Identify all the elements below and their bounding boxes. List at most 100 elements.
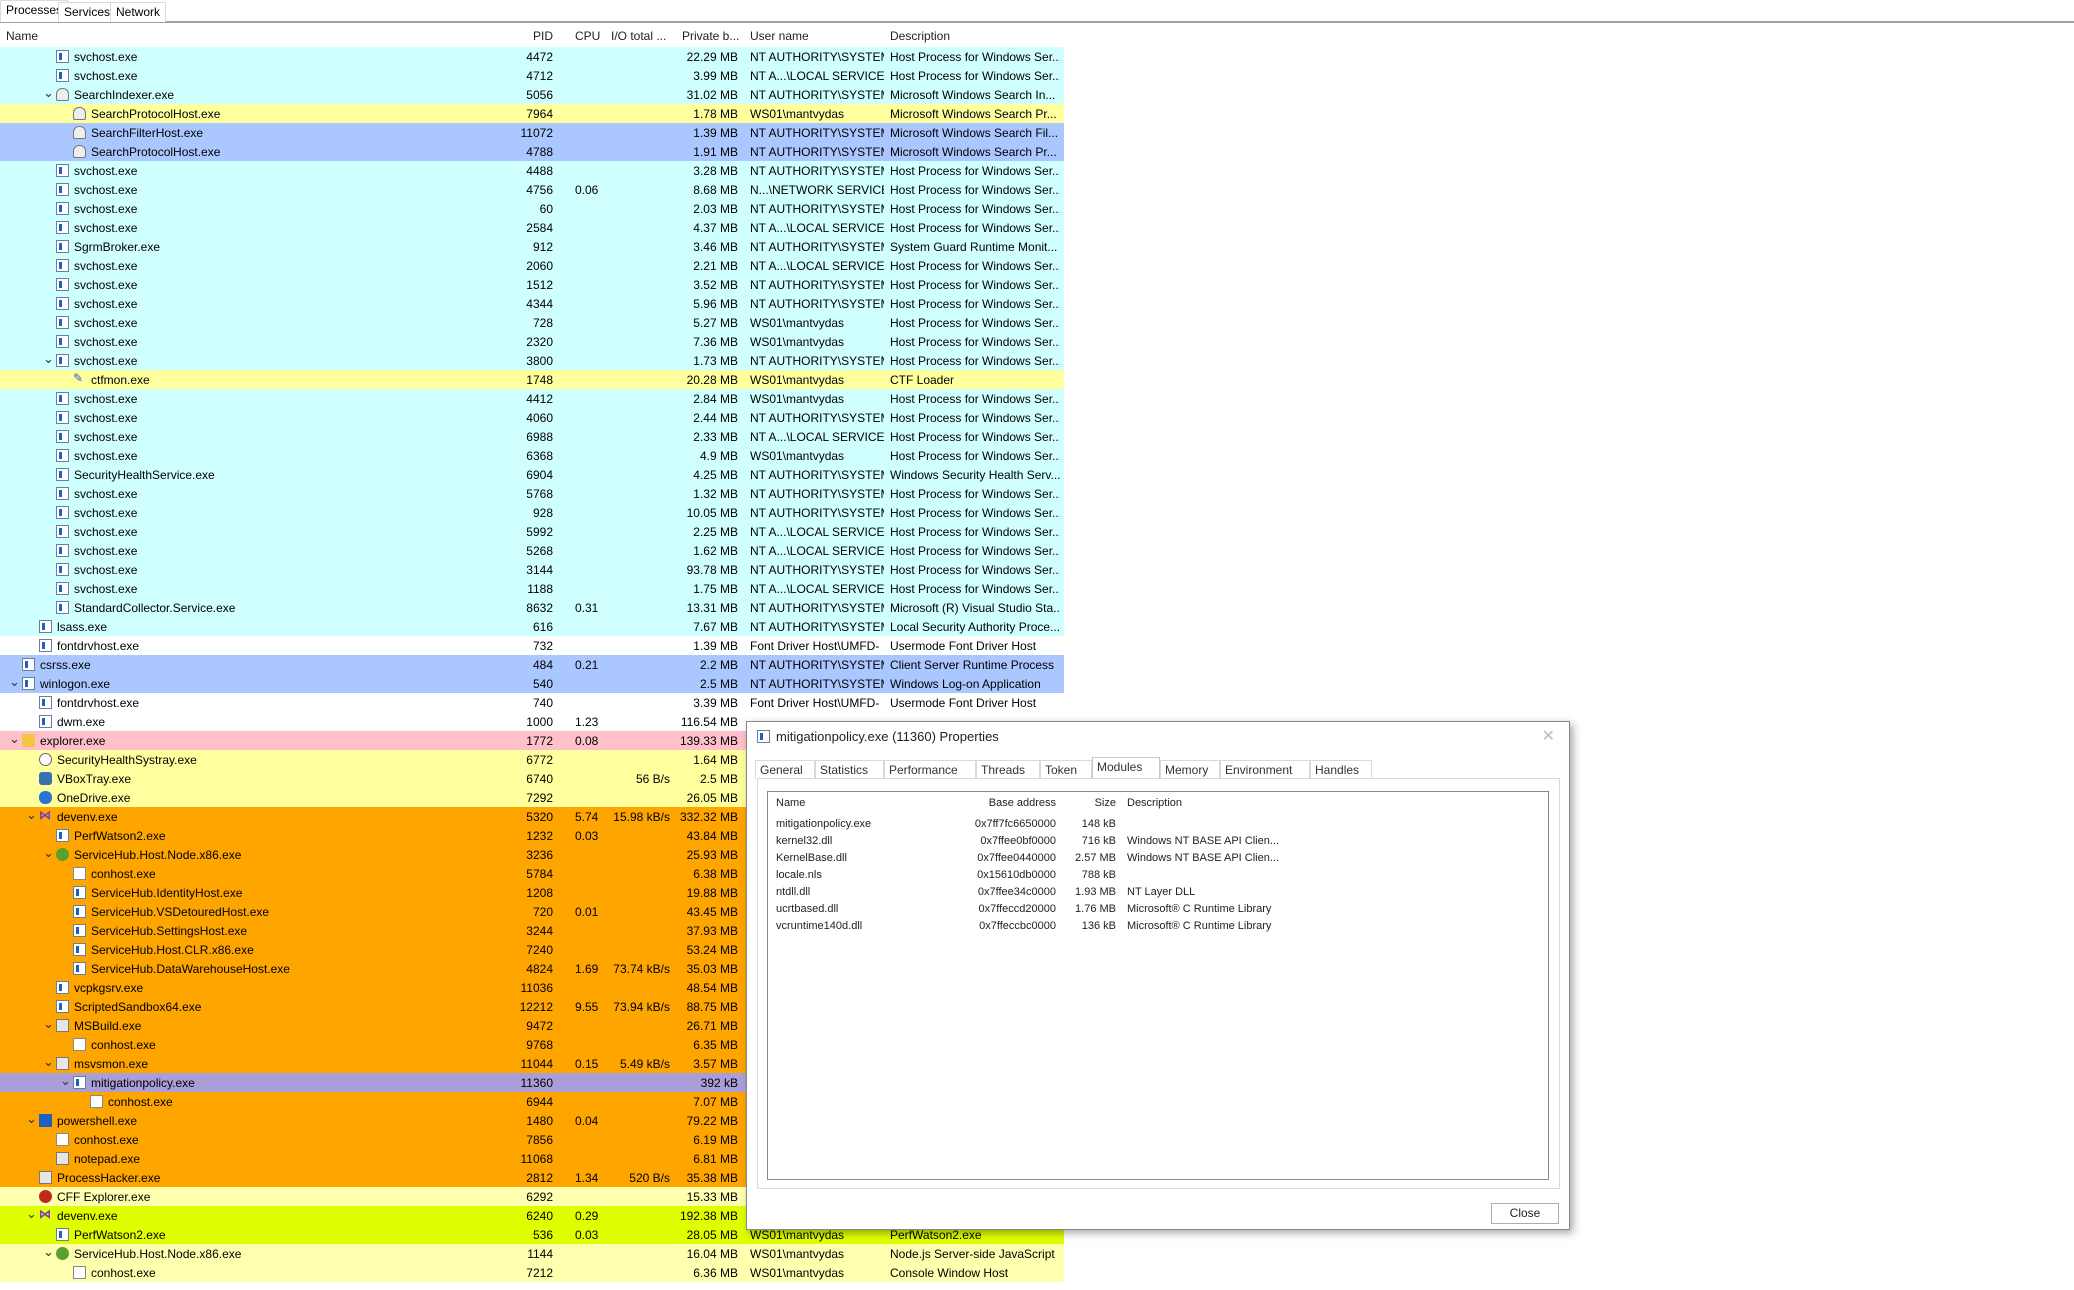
process-cpu: 0.29 — [575, 1209, 599, 1223]
dialog-tab-handles[interactable]: Handles — [1310, 760, 1372, 779]
close-icon[interactable]: ✕ — [1542, 726, 1555, 746]
process-name: svchost.exe — [74, 525, 138, 539]
module-row[interactable]: ucrtbased.dll 0x7ffeccd20000 1.76 MB Micros… — [768, 902, 1548, 919]
module-base: 0x7ff7fc6650000 — [974, 818, 1056, 830]
process-row[interactable]: svchost.exe 2060 2.21 MB NT A...\LOCAL SERV… — [0, 256, 1064, 275]
tab-network[interactable]: Network — [110, 2, 167, 22]
process-row[interactable]: svchost.exe 1188 1.75 MB NT A...\LOCAL SERV… — [0, 579, 1064, 598]
process-row[interactable]: ✎ ctfmon.exe 1748 20.28 MB WS01\mantvydas CTF… — [0, 370, 1064, 389]
column-header-cpu[interactable]: CPU — [575, 29, 600, 43]
process-row[interactable]: svchost.exe 5768 1.32 MB NT AUTHORITY\SYSTE… — [0, 484, 1064, 503]
process-row[interactable]: SgrmBroker.exe 912 3.46 MB NT AUTHORITY\SYS… — [0, 237, 1064, 256]
close-button[interactable]: Close — [1491, 1203, 1559, 1224]
process-row[interactable]: svchost.exe 2584 4.37 MB NT A...\LOCAL SERV… — [0, 218, 1064, 237]
process-row[interactable]: svchost.exe 3144 93.78 MB NT AUTHORITY\SYST… — [0, 560, 1064, 579]
process-row[interactable]: svchost.exe 4344 5.96 MB NT AUTHORITY\SYSTE… — [0, 294, 1064, 313]
column-header-io[interactable]: I/O total ... — [611, 29, 666, 43]
process-row[interactable]: svchost.exe 4060 2.44 MB NT AUTHORITY\SYSTE… — [0, 408, 1064, 427]
dialog-tab-threads[interactable]: Threads — [976, 760, 1040, 779]
process-row[interactable]: svchost.exe 4412 2.84 MB WS01\mantvydas Host… — [0, 389, 1064, 408]
dialog-tab-modules[interactable]: Modules — [1092, 757, 1160, 779]
process-row[interactable]: lsass.exe 616 7.67 MB NT AUTHORITY\SYSTEM Lo… — [0, 617, 1064, 636]
chevron-down-icon[interactable]: ⌄ — [43, 1054, 54, 1070]
chevron-down-icon[interactable]: ⌄ — [9, 674, 20, 690]
chevron-down-icon[interactable]: ⌄ — [43, 1016, 54, 1032]
dialog-tab-statistics[interactable]: Statistics — [815, 760, 884, 779]
process-row[interactable]: SecurityHealthService.exe 6904 4.25 MB NT A… — [0, 465, 1064, 484]
process-row[interactable]: fontdrvhost.exe 740 3.39 MB Font Driver Hos… — [0, 693, 1064, 712]
chevron-down-icon[interactable]: ⌄ — [43, 85, 54, 101]
process-row[interactable]: svchost.exe 6368 4.9 MB WS01\mantvydas Host … — [0, 446, 1064, 465]
node-process-icon — [56, 848, 69, 861]
process-row[interactable]: ⌄ svchost.exe 3800 1.73 MB NT AUTHORITY\SYST… — [0, 351, 1064, 370]
process-user: NT AUTHORITY\SYSTEM — [750, 601, 884, 615]
process-row[interactable]: svchost.exe 6988 2.33 MB NT A...\LOCAL SERV… — [0, 427, 1064, 446]
process-row[interactable]: SearchProtocolHost.exe 7964 1.78 MB WS01\ma… — [0, 104, 1064, 123]
dialog-tab-environment[interactable]: Environment — [1220, 760, 1310, 779]
process-name: svchost.exe — [74, 50, 138, 64]
process-row[interactable]: SearchProtocolHost.exe 4788 1.91 MB NT AUTH… — [0, 142, 1064, 161]
module-row[interactable]: locale.nls 0x15610db0000 788 kB — [768, 868, 1548, 885]
chevron-down-icon[interactable]: ⌄ — [26, 1111, 37, 1127]
process-row[interactable]: svchost.exe 2320 7.36 MB WS01\mantvydas Host… — [0, 332, 1064, 351]
process-description: Windows Security Health Serv... — [890, 468, 1060, 482]
module-row[interactable]: ntdll.dll 0x7ffee34c0000 1.93 MB NT Layer D… — [768, 885, 1548, 902]
column-header-pid[interactable]: PID — [520, 29, 553, 43]
column-header-description[interactable]: Description — [890, 29, 950, 43]
process-user: WS01\mantvydas — [750, 1228, 845, 1242]
process-row[interactable]: ⌄ SearchIndexer.exe 5056 31.02 MB NT AUTHORI… — [0, 85, 1064, 104]
process-description: Console Window Host — [890, 1266, 1009, 1280]
process-row[interactable]: svchost.exe 4488 3.28 MB NT AUTHORITY\SYSTE… — [0, 161, 1064, 180]
process-row[interactable]: svchost.exe 5992 2.25 MB NT A...\LOCAL SERV… — [0, 522, 1064, 541]
process-row[interactable]: ⌄ ServiceHub.Host.Node.x86.exe 1144 16.04 M… — [0, 1244, 1064, 1263]
module-row[interactable]: KernelBase.dll 0x7ffee0440000 2.57 MB Windo… — [768, 851, 1548, 868]
process-pid: 4472 — [526, 50, 553, 64]
module-row[interactable]: mitigationpolicy.exe 0x7ff7fc6650000 148 k… — [768, 817, 1548, 834]
process-row[interactable]: conhost.exe 7212 6.36 MB WS01\mantvydas Cons… — [0, 1263, 1064, 1282]
process-private-bytes: 16.04 MB — [686, 1247, 738, 1261]
dialog-tab-performance[interactable]: Performance — [884, 760, 976, 779]
process-pid: 5056 — [526, 88, 553, 102]
process-private-bytes: 2.44 MB — [693, 411, 738, 425]
process-row[interactable]: svchost.exe 4756 0.06 8.68 MB N...\NETWORK S… — [0, 180, 1064, 199]
process-user: NT AUTHORITY\SYSTEM — [750, 411, 884, 425]
module-column-size[interactable]: Size — [1068, 797, 1116, 809]
exe-process-icon — [39, 696, 52, 709]
module-column-base[interactable]: Base address — [968, 797, 1056, 809]
process-row[interactable]: ⌄ winlogon.exe 540 2.5 MB NT AUTHORITY\SYSTE… — [0, 674, 1064, 693]
process-row[interactable]: svchost.exe 60 2.03 MB NT AUTHORITY\SYSTEM H… — [0, 199, 1064, 218]
process-row[interactable]: StandardCollector.Service.exe 8632 0.31 13.… — [0, 598, 1064, 617]
column-header-name[interactable]: Name — [6, 29, 38, 43]
chevron-down-icon[interactable]: ⌄ — [9, 731, 20, 747]
module-column-description[interactable]: Description — [1127, 797, 1182, 809]
column-header-private-bytes[interactable]: Private b... — [682, 29, 739, 43]
folder-process-icon — [22, 734, 35, 747]
process-row[interactable]: csrss.exe 484 0.21 2.2 MB NT AUTHORITY\SYSTE… — [0, 655, 1064, 674]
process-row[interactable]: fontdrvhost.exe 732 1.39 MB Font Driver Hos… — [0, 636, 1064, 655]
process-row[interactable]: svchost.exe 928 10.05 MB NT AUTHORITY\SYSTE… — [0, 503, 1064, 522]
process-row[interactable]: svchost.exe 5268 1.62 MB NT A...\LOCAL SERV… — [0, 541, 1064, 560]
module-row[interactable]: vcruntime140d.dll 0x7ffeccbc0000 136 kB Mic… — [768, 919, 1548, 936]
process-name: ServiceHub.Host.CLR.x86.exe — [91, 943, 254, 957]
process-row[interactable]: svchost.exe 4472 22.29 MB NT AUTHORITY\SYST… — [0, 47, 1064, 66]
dialog-tab-memory[interactable]: Memory — [1160, 760, 1220, 779]
module-column-name[interactable]: Name — [776, 797, 805, 809]
chevron-down-icon[interactable]: ⌄ — [43, 1244, 54, 1260]
process-row[interactable]: SearchFilterHost.exe 11072 1.39 MB NT AUTHO… — [0, 123, 1064, 142]
module-row[interactable]: kernel32.dll 0x7ffee0bf0000 716 kB Windows … — [768, 834, 1548, 851]
dialog-tab-token[interactable]: Token — [1040, 760, 1092, 779]
chevron-down-icon[interactable]: ⌄ — [43, 351, 54, 367]
process-row[interactable]: svchost.exe 1512 3.52 MB NT AUTHORITY\SYSTE… — [0, 275, 1064, 294]
process-row[interactable]: svchost.exe 4712 3.99 MB NT A...\LOCAL SERV… — [0, 66, 1064, 85]
chevron-down-icon[interactable]: ⌄ — [26, 1206, 37, 1222]
process-description: Host Process for Windows Ser... — [890, 563, 1060, 577]
other-process-icon — [56, 1152, 69, 1165]
chevron-down-icon[interactable]: ⌄ — [26, 807, 37, 823]
tab-services[interactable]: Services — [58, 2, 117, 22]
chevron-down-icon[interactable]: ⌄ — [43, 845, 54, 861]
chevron-down-icon[interactable]: ⌄ — [60, 1073, 71, 1089]
modules-list[interactable]: Name Base address Size Description mitig… — [767, 791, 1549, 1180]
column-header-user-name[interactable]: User name — [750, 29, 809, 43]
dialog-tab-general[interactable]: General — [755, 760, 815, 779]
process-row[interactable]: svchost.exe 728 5.27 MB WS01\mantvydas Host … — [0, 313, 1064, 332]
